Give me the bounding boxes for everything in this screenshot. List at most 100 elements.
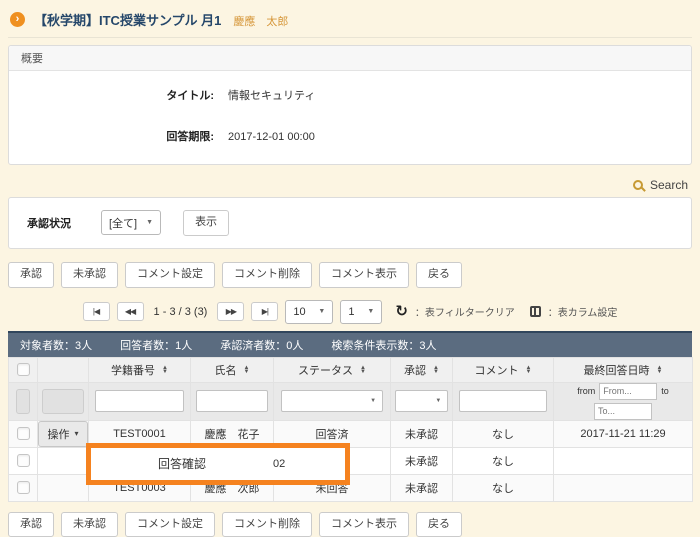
sort-icon[interactable]: ▲▼ bbox=[244, 366, 250, 374]
stats-bar: 対象者数：3人 回答者数：1人 承認済者数：0人 検索条件表示数：3人 bbox=[8, 331, 692, 357]
comment-delete-button[interactable]: コメント削除 bbox=[222, 512, 312, 537]
comment-set-button[interactable]: コメント設定 bbox=[125, 512, 215, 537]
operation-header bbox=[38, 357, 89, 382]
filter-approval-cell: ▼ bbox=[391, 382, 453, 420]
name-filter-input[interactable] bbox=[196, 390, 268, 412]
status-filter-select[interactable]: ▼ bbox=[281, 390, 383, 412]
title-value: 情報セキュリティ bbox=[228, 87, 315, 103]
student-id-remnant: 02 bbox=[273, 458, 345, 470]
unapprove-button[interactable]: 未承認 bbox=[61, 262, 118, 288]
column-config-label: ：表カラム設定 bbox=[548, 304, 618, 319]
last-answer-header[interactable]: 最終回答日時▲▼ bbox=[554, 357, 693, 382]
approval-cell: 未承認 bbox=[391, 420, 453, 447]
title-field-row: タイトル: 情報セキュリティ bbox=[9, 87, 691, 103]
first-page-button[interactable]: |◀ bbox=[83, 302, 110, 321]
approval-header[interactable]: 承認 ▲▼ bbox=[391, 357, 453, 382]
stat-targets: 対象者数：3人 bbox=[20, 337, 92, 353]
filter-clear-label: ：表フィルタークリア bbox=[415, 304, 515, 319]
caret-down-icon: ▼ bbox=[318, 308, 325, 315]
page-number-value: 1 bbox=[348, 306, 354, 318]
comment-filter-input[interactable] bbox=[459, 390, 547, 412]
search-panel: 承認状況 [全て] ▼ 表示 bbox=[8, 197, 692, 249]
comment-cell: なし bbox=[453, 474, 554, 501]
filter-name-cell bbox=[191, 382, 274, 420]
row-checkbox[interactable] bbox=[17, 427, 30, 440]
answer-check-menu-item[interactable]: 回答確認 bbox=[91, 455, 273, 472]
name-header[interactable]: 氏名 ▲▼ bbox=[191, 357, 274, 382]
stat-shown: 検索条件表示数：3人 bbox=[331, 337, 436, 353]
page: › 【秋学期】ITC授業サンプル 月1 慶應 太郎 概要 タイトル: 情報セキュ… bbox=[0, 0, 700, 537]
filter-date-cell: from to bbox=[554, 382, 693, 420]
comment-show-button[interactable]: コメント表示 bbox=[319, 512, 409, 537]
comment-header[interactable]: コメント ▲▼ bbox=[453, 357, 554, 382]
row-checkbox[interactable] bbox=[17, 454, 30, 467]
operation-button-label: 操作 bbox=[47, 426, 69, 442]
search-header[interactable]: Search bbox=[8, 178, 688, 192]
caret-down-icon: ▼ bbox=[367, 308, 374, 315]
student-id-header-label: 学籍番号 bbox=[111, 362, 155, 378]
caret-down-icon: ▼ bbox=[435, 398, 441, 404]
status-header-label: ステータス bbox=[298, 362, 353, 378]
to-label: to bbox=[661, 387, 669, 396]
chevron-circle-icon: › bbox=[10, 12, 25, 27]
approval-filter-select[interactable]: ▼ bbox=[395, 390, 449, 412]
date-from-input[interactable] bbox=[599, 383, 657, 400]
back-button[interactable]: 戻る bbox=[416, 512, 462, 537]
page-title: 【秋学期】ITC授業サンプル 月1 bbox=[34, 10, 221, 29]
page-number-select[interactable]: 1 ▼ bbox=[340, 300, 382, 324]
last-answer-cell bbox=[554, 447, 693, 474]
sort-icon[interactable]: ▲▼ bbox=[360, 366, 366, 374]
comment-delete-button[interactable]: コメント削除 bbox=[222, 262, 312, 288]
results-table-wrap: 学籍番号 ▲▼ 氏名 ▲▼ ステータス ▲▼ 承認 ▲▼ コメント ▲▼ 最終回答日時▲▼… bbox=[8, 357, 692, 502]
select-all-checkbox[interactable] bbox=[17, 363, 30, 376]
approval-cell: 未承認 bbox=[391, 447, 453, 474]
sort-icon[interactable]: ▲▼ bbox=[162, 366, 168, 374]
column-config-icon[interactable] bbox=[530, 306, 541, 317]
approval-status-label: 承認状況 bbox=[27, 215, 79, 231]
user-name-link[interactable]: 慶應 太郎 bbox=[233, 11, 288, 29]
sort-icon[interactable]: ▲▼ bbox=[657, 366, 663, 374]
show-button[interactable]: 表示 bbox=[183, 210, 229, 236]
sort-icon[interactable]: ▲▼ bbox=[526, 366, 532, 374]
sort-icon[interactable]: ▲▼ bbox=[433, 366, 439, 374]
student-id-filter-input[interactable] bbox=[95, 390, 184, 412]
name-header-label: 氏名 bbox=[215, 362, 237, 378]
page-size-value: 10 bbox=[293, 306, 305, 318]
comment-header-label: コメント bbox=[475, 362, 519, 378]
operation-cell bbox=[38, 447, 89, 474]
caret-down-icon: ▾ bbox=[74, 429, 78, 438]
caret-down-icon: ▼ bbox=[370, 398, 376, 404]
search-label: Search bbox=[650, 178, 688, 192]
operation-button[interactable]: 操作 ▾ bbox=[38, 421, 87, 447]
status-header[interactable]: ステータス ▲▼ bbox=[274, 357, 391, 382]
operation-cell bbox=[38, 474, 89, 501]
unapprove-button[interactable]: 未承認 bbox=[61, 512, 118, 537]
approve-button[interactable]: 承認 bbox=[8, 512, 54, 537]
date-to-input[interactable] bbox=[594, 403, 652, 420]
last-page-button[interactable]: ▶| bbox=[251, 302, 278, 321]
filter-comment-cell bbox=[453, 382, 554, 420]
stat-approved: 承認済者数：0人 bbox=[220, 337, 303, 353]
disabled-filter bbox=[16, 389, 30, 414]
filter-clear-icon[interactable]: ↻ bbox=[395, 304, 408, 319]
title-label: タイトル: bbox=[9, 87, 214, 103]
comment-set-button[interactable]: コメント設定 bbox=[125, 262, 215, 288]
prev-page-button[interactable]: ◀◀ bbox=[117, 302, 144, 321]
row-checkbox[interactable] bbox=[17, 481, 30, 494]
stat-respondents: 回答者数：1人 bbox=[120, 337, 192, 353]
action-buttons-top: 承認 未承認 コメント設定 コメント削除 コメント表示 戻る bbox=[8, 262, 692, 288]
page-size-select[interactable]: 10 ▼ bbox=[285, 300, 333, 324]
header-divider bbox=[8, 37, 692, 38]
approval-status-select[interactable]: [全て] ▼ bbox=[101, 210, 161, 235]
comment-cell: なし bbox=[453, 447, 554, 474]
from-label: from bbox=[577, 387, 595, 396]
student-id-header[interactable]: 学籍番号 ▲▼ bbox=[89, 357, 191, 382]
approve-button[interactable]: 承認 bbox=[8, 262, 54, 288]
next-page-button[interactable]: ▶▶ bbox=[217, 302, 244, 321]
back-button[interactable]: 戻る bbox=[416, 262, 462, 288]
approval-header-label: 承認 bbox=[404, 362, 426, 378]
comment-cell: なし bbox=[453, 420, 554, 447]
table-header-row: 学籍番号 ▲▼ 氏名 ▲▼ ステータス ▲▼ 承認 ▲▼ コメント ▲▼ 最終回答日時▲▼ bbox=[9, 357, 693, 382]
comment-show-button[interactable]: コメント表示 bbox=[319, 262, 409, 288]
deadline-value: 2017-12-01 00:00 bbox=[228, 131, 315, 143]
